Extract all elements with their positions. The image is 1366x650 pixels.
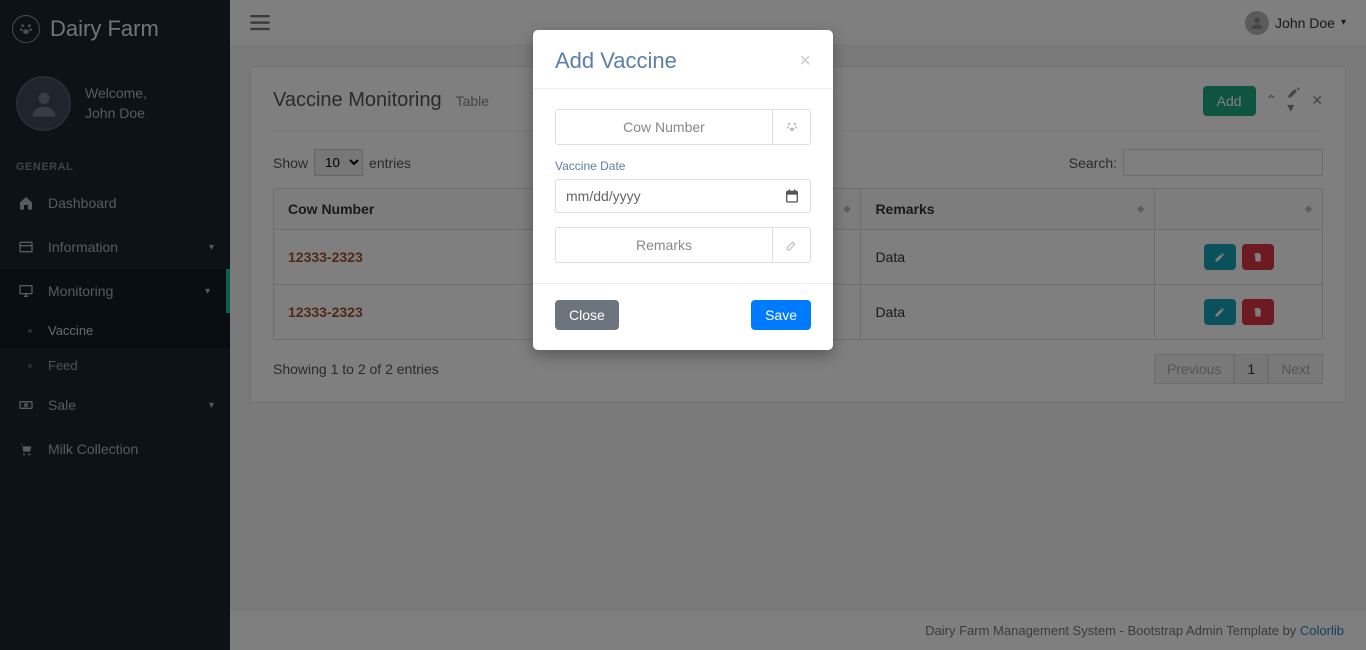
close-icon[interactable]: ×	[799, 50, 811, 73]
edit-icon	[772, 228, 810, 262]
cow-number-input[interactable]	[556, 110, 772, 144]
remarks-input[interactable]	[556, 228, 772, 262]
paw-icon	[772, 110, 810, 144]
close-button[interactable]: Close	[555, 300, 619, 330]
save-button[interactable]: Save	[751, 300, 811, 330]
modal-title: Add Vaccine	[555, 48, 677, 74]
add-vaccine-modal: Add Vaccine × Vaccine Date mm/dd/yyyy Cl…	[533, 30, 833, 350]
calendar-icon	[784, 188, 800, 204]
date-label: Vaccine Date	[555, 159, 811, 173]
vaccine-date-input[interactable]: mm/dd/yyyy	[555, 179, 811, 213]
